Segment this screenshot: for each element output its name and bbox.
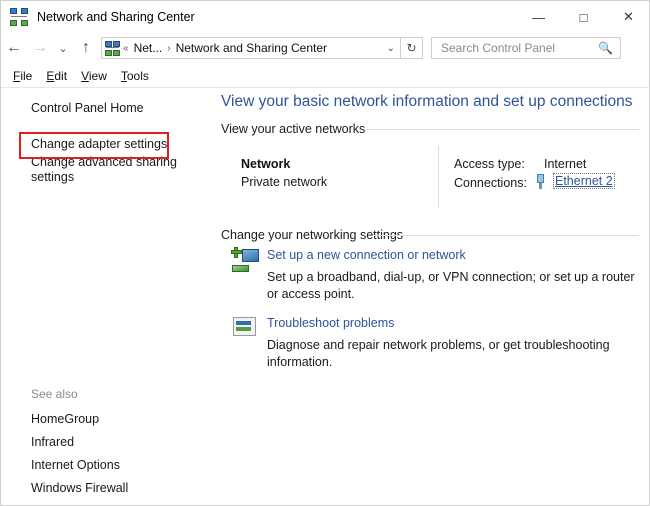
troubleshoot-problems-description: Diagnose and repair network problems, or… bbox=[267, 337, 635, 371]
menu-file-label: ile bbox=[20, 69, 32, 83]
menu-edit-label: dit bbox=[54, 69, 67, 83]
see-also-label: See also bbox=[31, 387, 78, 401]
access-type-value: Internet bbox=[544, 157, 586, 171]
sidebar-item-change-adapter-settings[interactable]: Change adapter settings bbox=[31, 137, 167, 152]
section-divider-active-networks bbox=[364, 129, 639, 130]
breadcrumb-item-0[interactable]: Net... bbox=[132, 41, 165, 55]
ethernet-icon bbox=[535, 174, 546, 189]
access-type-label: Access type: bbox=[454, 157, 525, 171]
refresh-icon[interactable]: ↻ bbox=[401, 37, 423, 59]
recent-locations-button[interactable]: ⌄ bbox=[53, 35, 73, 61]
network-name: Network bbox=[241, 157, 290, 171]
menu-edit[interactable]: Edit bbox=[46, 69, 67, 83]
search-icon[interactable]: 🔍 bbox=[598, 41, 613, 55]
menu-file[interactable]: File bbox=[13, 69, 32, 83]
troubleshoot-problems-link[interactable]: Troubleshoot problems bbox=[267, 316, 394, 330]
menu-view-accel: V bbox=[81, 69, 89, 83]
ethernet-2-link[interactable]: Ethernet 2 bbox=[553, 173, 615, 189]
troubleshoot-icon bbox=[231, 315, 259, 341]
address-bar[interactable]: « Net... › Network and Sharing Center ⌄ bbox=[101, 37, 401, 59]
window-title: Network and Sharing Center bbox=[37, 10, 195, 24]
connection-entry: Ethernet 2 bbox=[535, 173, 615, 189]
new-connection-icon bbox=[231, 247, 259, 273]
menu-view-label: iew bbox=[89, 69, 107, 83]
breadcrumb-item-1[interactable]: Network and Sharing Center bbox=[174, 41, 329, 55]
network-sharing-center-window: Network and Sharing Center — □ ✕ ← → ⌄ ↑… bbox=[0, 0, 650, 506]
section-title-active-networks: View your active networks bbox=[221, 122, 365, 136]
title-bar: Network and Sharing Center — □ ✕ bbox=[1, 1, 650, 33]
search-input[interactable] bbox=[439, 40, 593, 56]
sidebar-item-homegroup[interactable]: HomeGroup bbox=[31, 412, 99, 426]
forward-button[interactable]: → bbox=[27, 35, 53, 61]
breadcrumb-separator-icon[interactable]: › bbox=[164, 43, 173, 54]
sidebar-item-change-advanced-sharing-settings[interactable]: Change advanced sharing settings bbox=[31, 155, 181, 185]
network-details-divider bbox=[438, 146, 439, 208]
network-icon bbox=[10, 8, 28, 26]
sidebar-item-internet-options[interactable]: Internet Options bbox=[31, 458, 120, 472]
sidebar-item-infrared[interactable]: Infrared bbox=[31, 435, 74, 449]
search-box[interactable]: 🔍 bbox=[431, 37, 621, 59]
window-controls: — □ ✕ bbox=[516, 1, 650, 33]
close-button[interactable]: ✕ bbox=[606, 1, 650, 33]
sidebar-item-control-panel-home[interactable]: Control Panel Home bbox=[31, 101, 144, 116]
breadcrumb-overflow-icon[interactable]: « bbox=[120, 43, 132, 54]
menu-bar: File Edit View Tools bbox=[1, 65, 650, 87]
sidebar-item-windows-firewall[interactable]: Windows Firewall bbox=[31, 481, 128, 495]
set-up-new-connection-description: Set up a broadband, dial-up, or VPN conn… bbox=[267, 269, 635, 303]
address-network-icon bbox=[105, 41, 120, 56]
page-title: View your basic network information and … bbox=[221, 93, 633, 111]
main-content: View your basic network information and … bbox=[209, 89, 650, 505]
sidebar: Control Panel Home Change adapter settin… bbox=[1, 89, 209, 505]
menu-tools-label: ools bbox=[127, 69, 149, 83]
minimize-button[interactable]: — bbox=[516, 1, 561, 33]
back-button[interactable]: ← bbox=[1, 35, 27, 61]
section-divider-networking-settings bbox=[374, 235, 639, 236]
chevron-down-icon[interactable]: ⌄ bbox=[387, 43, 395, 54]
up-button[interactable]: ↑ bbox=[73, 35, 99, 61]
maximize-button[interactable]: □ bbox=[561, 1, 606, 33]
menu-view[interactable]: View bbox=[81, 69, 107, 83]
navigation-bar: ← → ⌄ ↑ « Net... › Network and Sharing C… bbox=[1, 33, 650, 63]
menu-tools[interactable]: Tools bbox=[121, 69, 149, 83]
network-type: Private network bbox=[241, 175, 327, 189]
set-up-new-connection-link[interactable]: Set up a new connection or network bbox=[267, 248, 466, 262]
menu-bar-divider bbox=[1, 87, 650, 88]
connections-label: Connections: bbox=[454, 176, 527, 190]
